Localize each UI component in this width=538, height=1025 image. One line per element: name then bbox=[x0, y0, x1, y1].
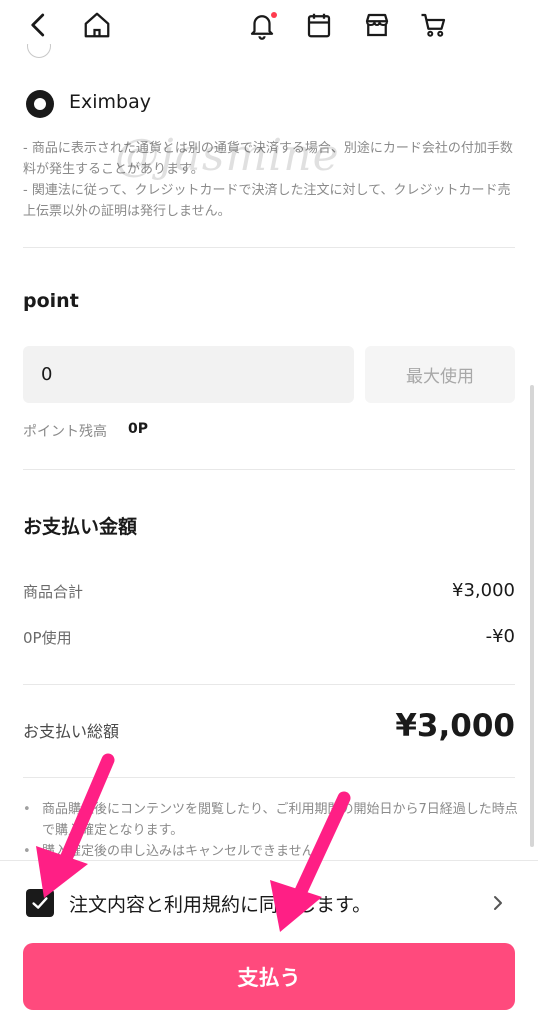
chevron-right-icon[interactable] bbox=[490, 892, 506, 914]
points-used-label: 0P使用 bbox=[23, 629, 72, 647]
payment-method-radio-selected[interactable] bbox=[26, 90, 54, 118]
purchase-notes: 商品購入後にコンテンツを閲覧したり、ご利用期間の開始日から7日経過した時点で購入… bbox=[23, 799, 518, 862]
divider bbox=[23, 469, 515, 470]
divider bbox=[23, 684, 515, 685]
check-icon bbox=[32, 897, 48, 909]
purchase-note: 購入確定後の申し込みはキャンセルできません。 bbox=[23, 841, 518, 862]
scrollbar[interactable] bbox=[530, 385, 534, 847]
max-use-button[interactable]: 最大使用 bbox=[365, 346, 515, 403]
total-value: ¥3,000 bbox=[395, 708, 515, 744]
pay-button[interactable]: 支払う bbox=[23, 943, 515, 1010]
notification-dot bbox=[271, 12, 277, 18]
watermark: @jasmine bbox=[115, 130, 340, 181]
point-balance-value: 0P bbox=[128, 421, 149, 437]
payment-note: - 関連法に従って、クレジットカードで決済した注文に対して、クレジットカード売上… bbox=[23, 183, 511, 219]
total-label: お支払い総額 bbox=[23, 722, 120, 741]
divider bbox=[23, 777, 515, 778]
back-icon[interactable] bbox=[22, 8, 56, 42]
point-balance-label: ポイント残高 bbox=[23, 424, 107, 440]
store-icon[interactable] bbox=[360, 8, 394, 42]
agree-checkbox[interactable] bbox=[26, 889, 54, 917]
point-input[interactable] bbox=[23, 346, 354, 403]
subtotal-label: 商品合計 bbox=[23, 583, 84, 601]
payment-option-radio-partial[interactable] bbox=[27, 44, 51, 60]
agree-text[interactable]: 注文内容と利用規約に同意します。 bbox=[69, 890, 371, 917]
points-used-value: -¥0 bbox=[485, 626, 515, 647]
divider bbox=[23, 247, 515, 248]
point-section-title: point bbox=[23, 290, 79, 312]
subtotal-value: ¥3,000 bbox=[452, 580, 515, 601]
home-icon[interactable] bbox=[80, 8, 114, 42]
payment-amount-title: お支払い金額 bbox=[23, 516, 138, 538]
purchase-note: 商品購入後にコンテンツを閲覧したり、ご利用期間の開始日から7日経過した時点で購入… bbox=[23, 799, 518, 841]
payment-method-label[interactable]: Eximbay bbox=[69, 91, 151, 113]
cart-icon[interactable] bbox=[417, 8, 451, 42]
top-nav bbox=[0, 0, 538, 52]
calendar-icon[interactable] bbox=[302, 8, 336, 42]
bell-icon[interactable] bbox=[245, 8, 279, 42]
